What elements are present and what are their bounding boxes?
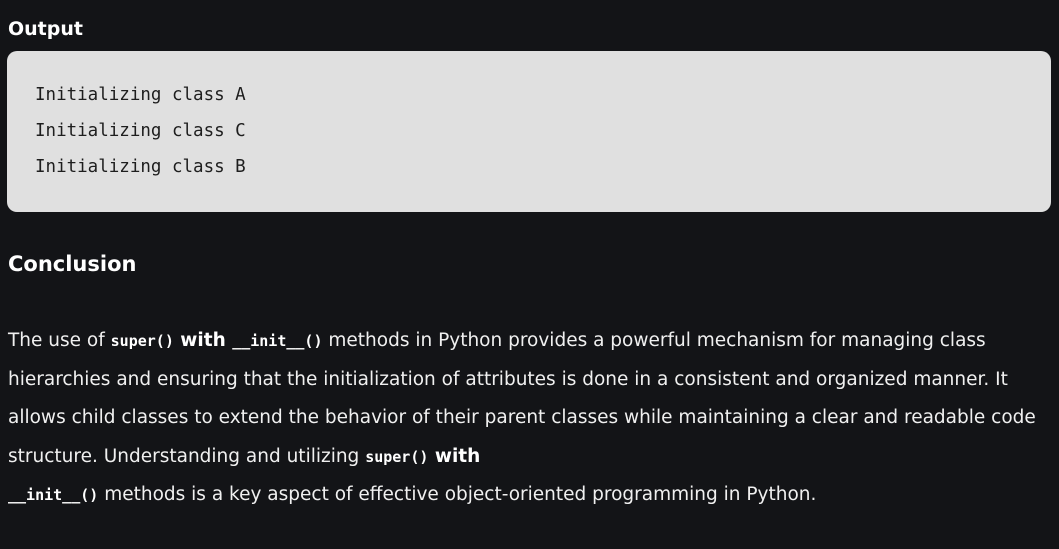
inline-code: __init__() (8, 486, 99, 504)
output-line: Initializing class C (35, 121, 246, 141)
conclusion-paragraph: The use of super() with __init__() metho… (8, 322, 1048, 515)
output-heading: Output (8, 18, 83, 40)
inline-code: super() (110, 332, 174, 350)
output-line: Initializing class B (35, 157, 246, 177)
paragraph-bold-text: with (173, 330, 233, 351)
inline-code: __init__() (232, 332, 323, 350)
paragraph-text: methods is a key aspect of effective obj… (98, 484, 817, 505)
paragraph-text: The use of (8, 330, 111, 351)
conclusion-heading: Conclusion (8, 252, 137, 276)
paragraph-text: methods in Python provides a powerful me… (8, 330, 1036, 467)
output-line: Initializing class A (35, 85, 246, 105)
output-code-block: Initializing class A Initializing class … (7, 51, 1051, 212)
inline-code: super() (365, 447, 429, 466)
paragraph-bold-text: with (428, 445, 481, 467)
